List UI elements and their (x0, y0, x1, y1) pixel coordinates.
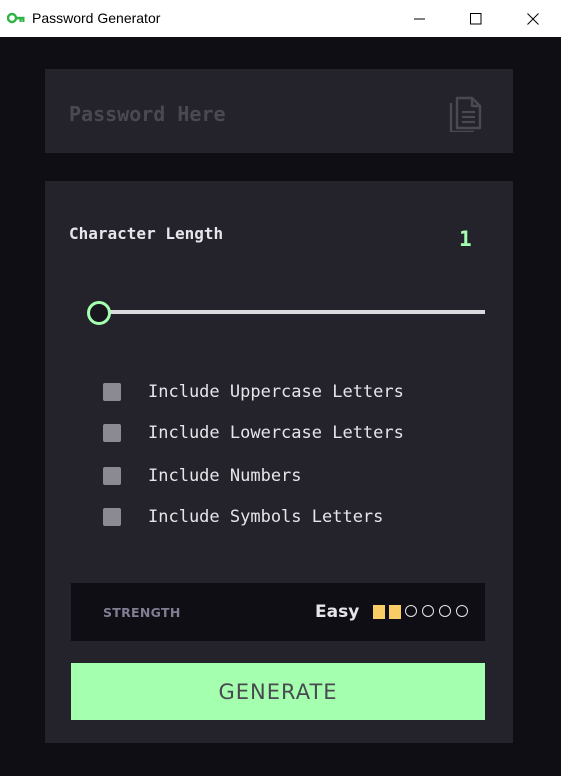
strength-label: STRENGTH (103, 605, 181, 620)
maximize-icon (470, 12, 482, 24)
option-numbers[interactable]: Include Numbers (103, 465, 302, 487)
strength-bar-empty (456, 605, 468, 617)
strength-bar-empty (439, 605, 451, 617)
strength-level: Easy (315, 602, 360, 622)
numbers-checkbox[interactable] (103, 467, 121, 485)
option-label: Include Symbols Letters (148, 507, 384, 527)
option-label: Include Uppercase Letters (148, 382, 404, 402)
strength-bar-filled (389, 605, 401, 619)
strength-bar-filled (373, 605, 385, 619)
settings-card: Character Length 1 Include Uppercase Let… (45, 181, 513, 743)
minimize-icon (414, 18, 425, 19)
option-symbols[interactable]: Include Symbols Letters (103, 506, 383, 528)
close-button[interactable] (510, 0, 556, 37)
password-output-card (45, 69, 513, 153)
window-titlebar: Password Generator (0, 0, 561, 37)
symbols-checkbox[interactable] (103, 508, 121, 526)
strength-meter: STRENGTH Easy (71, 583, 485, 641)
character-length-value: 1 (459, 227, 472, 251)
copy-icon[interactable] (448, 94, 482, 132)
character-length-label: Character Length (69, 224, 224, 243)
option-label: Include Numbers (148, 466, 302, 486)
length-slider-thumb[interactable] (87, 301, 111, 325)
length-slider-track[interactable] (97, 310, 485, 314)
window-title: Password Generator (32, 10, 161, 26)
strength-bar-empty (405, 605, 417, 617)
minimize-button[interactable] (397, 0, 443, 37)
strength-bar-empty (422, 605, 434, 617)
option-label: Include Lowercase Letters (148, 423, 404, 443)
lowercase-checkbox[interactable] (103, 424, 121, 442)
generate-button[interactable]: GENERATE (71, 663, 485, 720)
close-icon (527, 12, 539, 25)
key-icon (7, 12, 25, 24)
maximize-button[interactable] (453, 0, 499, 37)
option-lowercase[interactable]: Include Lowercase Letters (103, 422, 404, 444)
uppercase-checkbox[interactable] (103, 383, 121, 401)
option-uppercase[interactable]: Include Uppercase Letters (103, 381, 404, 403)
password-output-field[interactable] (67, 100, 431, 128)
